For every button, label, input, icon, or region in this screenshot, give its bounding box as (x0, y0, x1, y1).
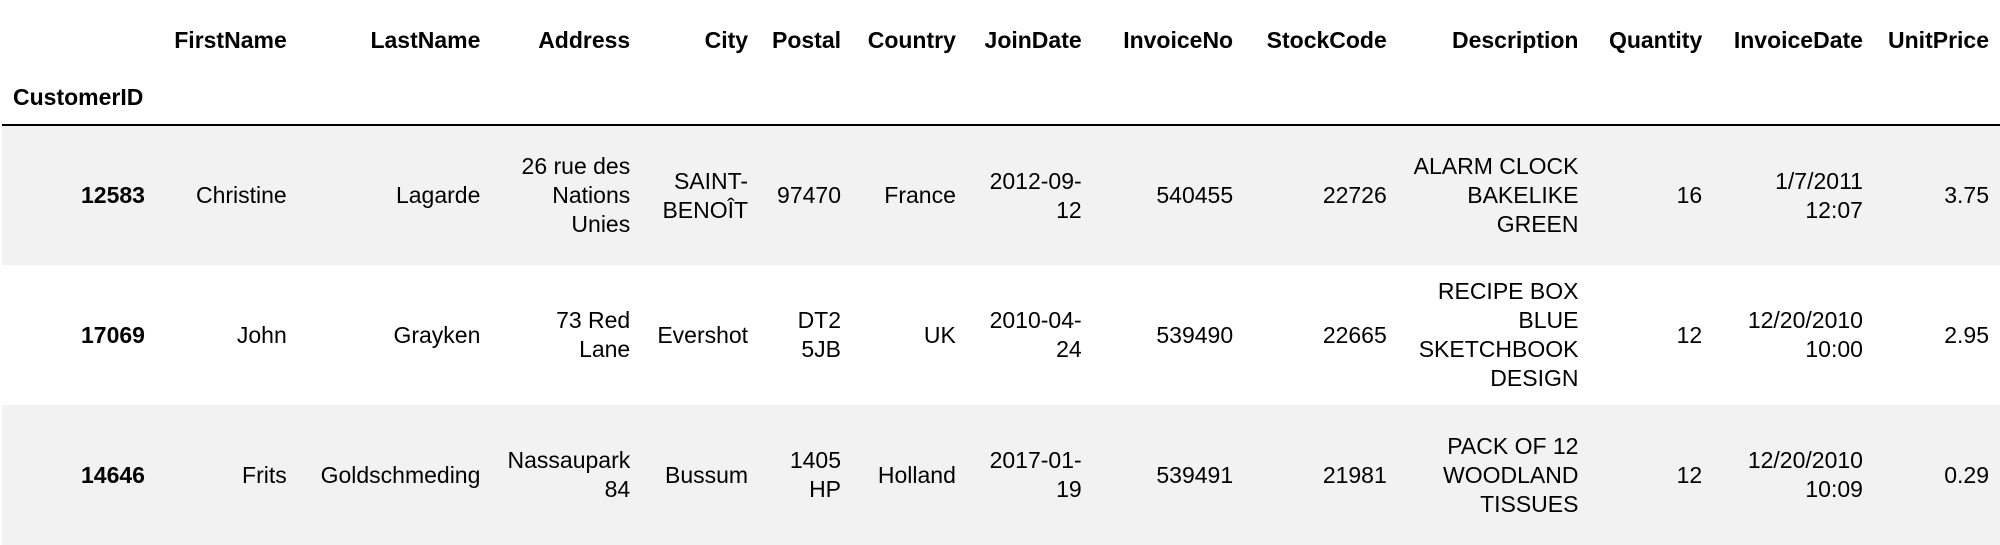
cell-stockcode: 22726 (1322, 182, 1387, 208)
cell-invoicedate: 1/7/2011 12:07 (1775, 167, 1863, 223)
cell-invoiceno: 539490 (1156, 321, 1234, 348)
cell-city: Evershot (657, 321, 749, 348)
cell-description: ALARM CLOCK BAKELIKE GREEN (1413, 153, 1579, 237)
cell-lastname: Lagarde (395, 182, 481, 208)
index-row-spacer (1589, 70, 1714, 126)
column-header-quantity: Quantity (1608, 27, 1703, 53)
cell-invoicedate: 12/20/2010 10:00 (1747, 307, 1863, 362)
index-header-row: CustomerID (2, 70, 2000, 126)
index-header-customerid: CustomerID (2, 70, 156, 126)
cell-joindate: 2010-04-24 (989, 307, 1082, 362)
index-row-spacer (1092, 70, 1245, 126)
table-header: FirstName LastName Address City Postal C… (2, 26, 2000, 126)
cell-quantity: 16 (1676, 182, 1703, 208)
column-header-city: City (704, 27, 749, 53)
cell-address: 26 rue des Nations Unies (521, 153, 631, 237)
column-header-description: Description (1451, 27, 1579, 53)
cell-invoiceno: 539491 (1156, 461, 1234, 488)
cell-lastname: Grayken (393, 321, 481, 348)
table-row: 12583 Christine Lagarde 26 rue des Natio… (2, 125, 2000, 265)
index-row-spacer (1244, 70, 1398, 126)
cell-quantity: 12 (1676, 461, 1703, 488)
index-row-spacer (155, 70, 298, 126)
column-header-unitprice: UnitPrice (1888, 27, 1989, 53)
dataframe-output: FirstName LastName Address City Postal C… (0, 0, 2000, 545)
column-header-firstname: FirstName (174, 27, 287, 53)
cell-stockcode: 22665 (1322, 321, 1387, 348)
index-header-spacer (2, 26, 156, 70)
index-row-spacer (852, 70, 967, 126)
column-header-invoicedate: InvoiceDate (1733, 27, 1863, 53)
cell-firstname: Christine (195, 182, 287, 208)
index-row-spacer (641, 70, 760, 126)
column-header-stockcode: StockCode (1266, 27, 1387, 53)
row-index-customerid: 17069 (80, 321, 145, 348)
cell-firstname: John (236, 321, 287, 348)
cell-country: UK (923, 321, 956, 348)
cell-postal: 97470 (777, 182, 842, 208)
cell-quantity: 12 (1676, 321, 1703, 348)
cell-city: SAINT-BENOÎT (662, 167, 749, 223)
cell-unitprice: 2.95 (1944, 321, 1989, 348)
cell-postal: 1405 HP (789, 447, 842, 502)
cell-joindate: 2012-09-12 (989, 167, 1082, 223)
cell-lastname: Goldschmeding (320, 461, 481, 488)
cell-invoiceno: 540455 (1156, 182, 1234, 208)
cell-firstname: Frits (242, 461, 287, 488)
index-row-spacer (297, 70, 492, 126)
column-header-address: Address (538, 27, 631, 53)
column-header-joindate: JoinDate (984, 27, 1082, 53)
table-row: 14646 Frits Goldschmeding Nassaupark 84 … (2, 405, 2000, 545)
cell-city: Bussum (664, 461, 749, 488)
index-row-spacer (491, 70, 642, 126)
index-row-spacer (759, 70, 853, 126)
cell-invoicedate: 12/20/2010 10:09 (1747, 447, 1863, 502)
cell-unitprice: 3.75 (1944, 182, 1989, 208)
index-row-spacer (1397, 70, 1590, 126)
column-header-invoiceno: InvoiceNo (1123, 27, 1234, 53)
cell-country: Holland (877, 461, 956, 488)
column-header-lastname: LastName (370, 27, 481, 53)
cell-country: France (884, 182, 956, 208)
table-body: 12583 Christine Lagarde 26 rue des Natio… (2, 125, 2000, 545)
cell-description: PACK OF 12 WOODLAND TISSUES (1443, 432, 1579, 517)
table-row: 17069 John Grayken 73 Red Lane Evershot … (2, 265, 2000, 405)
index-row-spacer (1873, 70, 2000, 126)
column-header-row: FirstName LastName Address City Postal C… (2, 26, 2000, 70)
dataframe-table: FirstName LastName Address City Postal C… (2, 26, 2000, 545)
index-row-spacer (966, 70, 1093, 126)
cell-description: RECIPE BOX BLUE SKETCHBOOK DESIGN (1418, 278, 1579, 391)
cell-postal: DT2 5JB (797, 307, 842, 362)
index-row-spacer (1713, 70, 1874, 126)
cell-address: Nassaupark 84 (507, 447, 631, 502)
column-header-postal: Postal (771, 27, 842, 53)
cell-unitprice: 0.29 (1944, 461, 1989, 488)
column-header-country: Country (867, 27, 956, 53)
cell-stockcode: 21981 (1322, 461, 1387, 488)
row-index-customerid: 14646 (80, 461, 145, 488)
row-index-customerid: 12583 (80, 182, 145, 208)
cell-joindate: 2017-01-19 (989, 447, 1082, 502)
cell-address: 73 Red Lane (556, 307, 631, 362)
